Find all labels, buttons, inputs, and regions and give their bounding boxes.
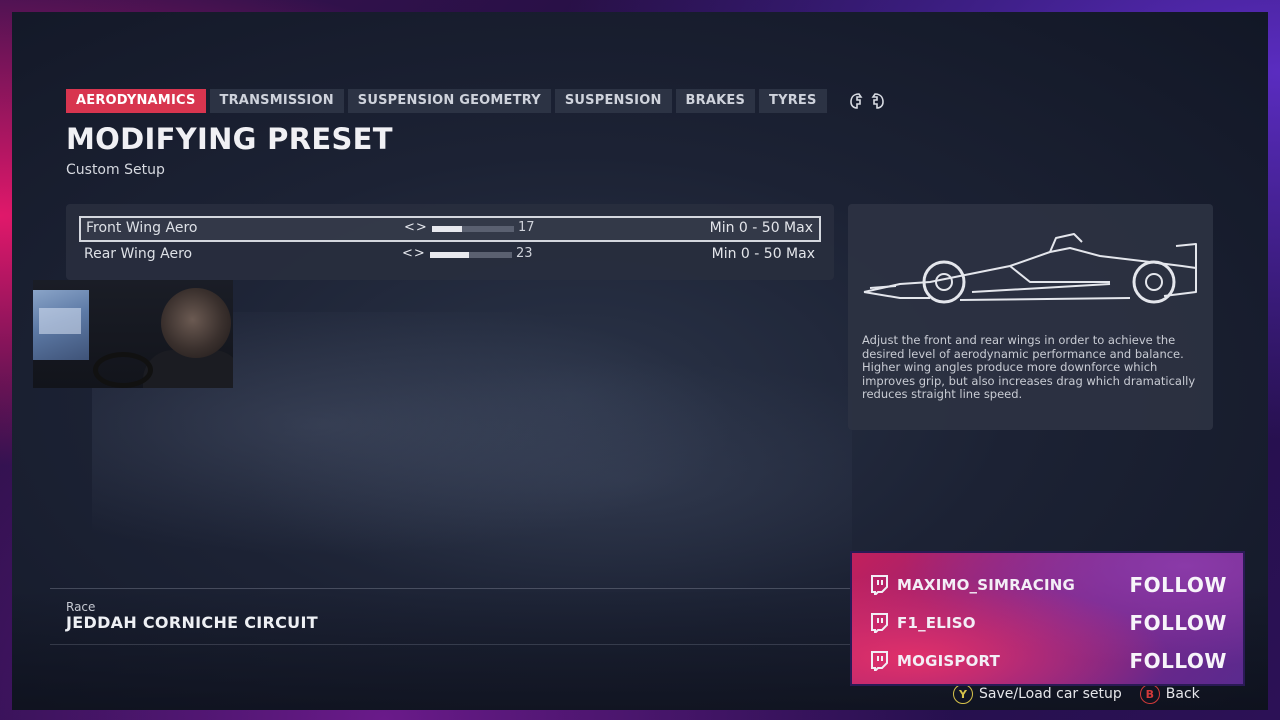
page-subtitle: Custom Setup — [66, 162, 165, 178]
value-bar-fill — [432, 226, 463, 232]
twitch-follow-overlay: MAXIMO_SIMRACING FOLLOW F1_ELISO FOLLOW … — [850, 551, 1245, 686]
follow-button[interactable]: FOLLOW — [1129, 649, 1227, 673]
setting-row-rear-wing[interactable]: Rear Wing Aero <> 23 Min 0 - 50 Max — [79, 243, 821, 269]
race-type-label: Race — [66, 600, 96, 614]
settings-panel: Front Wing Aero <> 17 Min 0 - 50 Max Rea… — [66, 204, 834, 280]
setting-label: Front Wing Aero — [86, 220, 198, 236]
left-bumper-icon[interactable] — [849, 92, 863, 110]
webcam-person-head — [161, 288, 231, 358]
tab-aerodynamics[interactable]: AERODYNAMICS — [66, 89, 206, 113]
setting-value: 17 — [518, 220, 535, 235]
value-bar[interactable] — [430, 252, 512, 258]
setting-label: Rear Wing Aero — [84, 246, 193, 262]
setting-range: Min 0 - 50 Max — [711, 246, 815, 262]
follow-button[interactable]: FOLLOW — [1129, 611, 1227, 635]
follow-button[interactable]: FOLLOW — [1129, 573, 1227, 597]
footer-divider — [50, 588, 850, 589]
page-title: MODIFYING PRESET — [66, 122, 393, 156]
circuit-name: JEDDAH CORNICHE CIRCUIT — [66, 613, 318, 632]
overlay-row: MOGISPORT FOLLOW — [870, 646, 1227, 676]
webcam-feed — [33, 280, 233, 388]
tab-suspension[interactable]: SUSPENSION — [554, 89, 672, 113]
overlay-row: MAXIMO_SIMRACING FOLLOW — [870, 570, 1227, 600]
webcam-steering-wheel — [93, 352, 153, 388]
b-button-icon[interactable]: B — [1139, 684, 1160, 704]
setup-tabs: AERODYNAMICS TRANSMISSION SUSPENSION GEO… — [66, 89, 885, 113]
twitch-icon — [871, 651, 888, 671]
tab-transmission[interactable]: TRANSMISSION — [209, 89, 344, 113]
overlay-row: F1_ELISO FOLLOW — [870, 608, 1227, 638]
tab-tyres[interactable]: TYRES — [759, 89, 827, 113]
channel-name: MOGISPORT — [897, 652, 1001, 670]
setting-row-front-wing[interactable]: Front Wing Aero <> 17 Min 0 - 50 Max — [79, 216, 821, 242]
info-panel: Adjust the front and rear wings in order… — [848, 204, 1213, 430]
value-bar[interactable] — [432, 226, 514, 232]
info-paragraph: Adjust the front and rear wings in order… — [862, 333, 1184, 361]
tab-brakes[interactable]: BRAKES — [675, 89, 756, 113]
footer-divider — [50, 644, 850, 645]
tab-suspension-geometry[interactable]: SUSPENSION GEOMETRY — [347, 89, 551, 113]
setting-value: 23 — [516, 246, 533, 261]
controls-hint: Y Save/Load car setup B Back — [953, 684, 1200, 704]
y-button-icon[interactable]: Y — [953, 684, 973, 704]
right-bumper-icon[interactable] — [871, 92, 885, 110]
value-bar-fill — [430, 252, 469, 258]
save-load-setup-button[interactable]: Save/Load car setup — [979, 686, 1122, 702]
f1-car-diagram-icon — [863, 233, 1197, 304]
info-description: Adjust the front and rear wings in order… — [862, 333, 1202, 402]
bumper-hints — [849, 92, 885, 110]
setting-range: Min 0 - 50 Max — [709, 220, 813, 236]
channel-name: F1_ELISO — [897, 614, 976, 632]
twitch-icon — [871, 575, 888, 595]
adjust-arrows-icon[interactable]: <> — [402, 246, 426, 261]
twitch-icon — [871, 613, 888, 633]
info-paragraph: Higher wing angles produce more downforc… — [862, 360, 1196, 401]
webcam-monitor — [33, 290, 89, 360]
adjust-arrows-icon[interactable]: <> — [404, 220, 428, 235]
back-button[interactable]: Back — [1166, 686, 1200, 702]
channel-name: MAXIMO_SIMRACING — [897, 576, 1075, 594]
